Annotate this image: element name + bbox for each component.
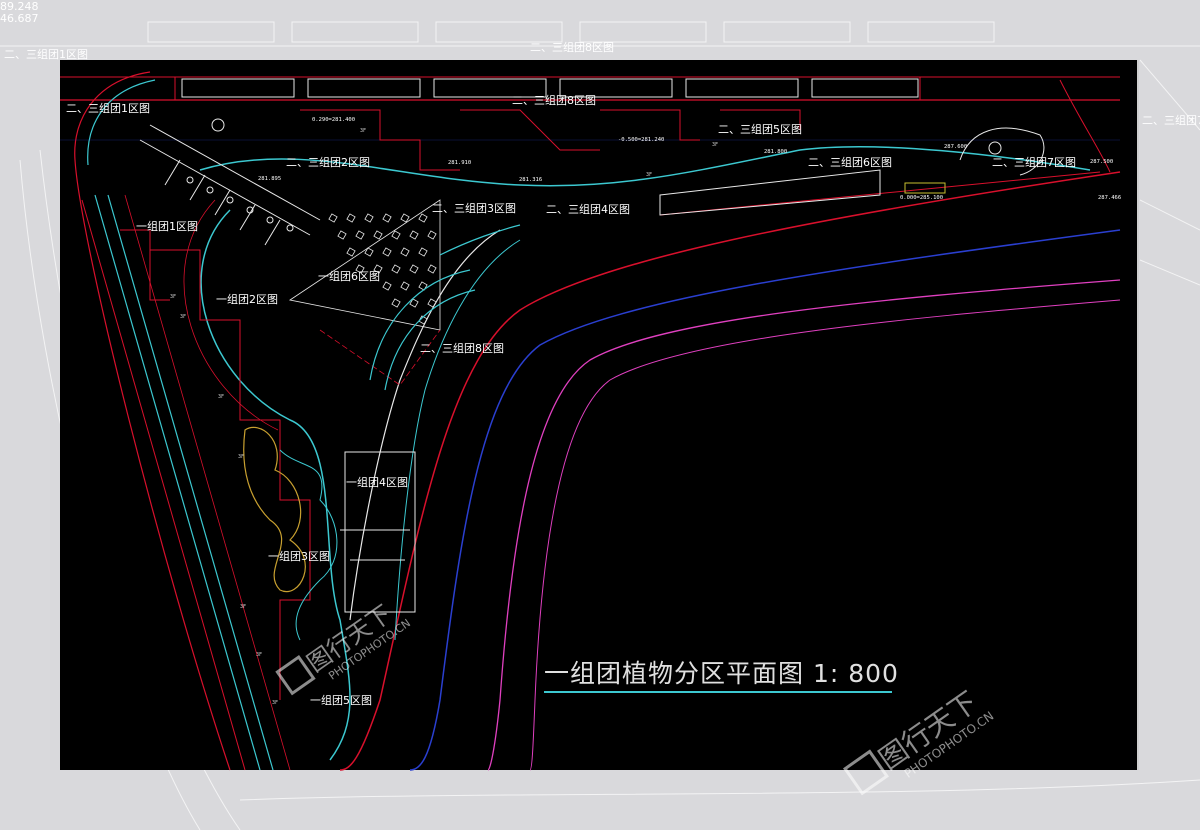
floor-marker: 3F: [240, 604, 246, 610]
bg-label-1: 二、三组团1区图: [4, 47, 88, 61]
elevation-note: 287.466: [1098, 195, 1121, 201]
floor-marker: 3F: [218, 394, 224, 400]
bg-label-2: 二、三组团8区图: [530, 40, 614, 54]
floor-marker: 3F: [170, 294, 176, 300]
plan-title: 一组团植物分区平面图 1: 800: [544, 659, 899, 688]
floor-marker: 3F: [360, 128, 366, 134]
zone-label: 二、三组团6区图: [808, 155, 892, 169]
elevation-note: 281.910: [448, 160, 471, 166]
elevation-note: 0.290=281.400: [312, 117, 355, 123]
drawing-viewport[interactable]: 二、三组团1区图 二、三组团8区图 二、三组团5区图 二、三组团2区图 二、三组…: [60, 60, 1139, 771]
floor-marker: 3F: [272, 700, 278, 706]
zone-label: 二、三组团2区图: [286, 155, 370, 169]
elevation-note: 287.600: [944, 144, 967, 150]
elevation-note: 287.500: [1090, 159, 1113, 165]
zone-label: 二、三组团5区图: [718, 122, 802, 136]
zone-label: 一组团3区图: [268, 549, 330, 563]
zone-label: 一组团2区图: [216, 292, 278, 306]
elevation-note: 0.000=285.100: [900, 195, 943, 201]
elevation-note: 281.800: [764, 149, 787, 155]
floor-marker: 3F: [256, 652, 262, 658]
elevation-note: -0.500=281.240: [618, 137, 664, 143]
bg-coord-2: 46.687: [0, 12, 39, 25]
zone-label: 一组团6区图: [318, 269, 380, 283]
floor-marker: 3F: [646, 172, 652, 178]
zone-label: 二、三组团3区图: [432, 201, 516, 215]
zone-label: 一组团4区图: [346, 475, 408, 489]
zone-label: 二、三组团7区图: [992, 155, 1076, 169]
elevation-note: 281.895: [258, 176, 281, 182]
zone-label: 二、三组团8区图: [512, 93, 596, 107]
bg-label-3: 二、三组团7区图: [1142, 113, 1200, 127]
cad-screenshot: 89.248 46.687 二、三组团1区图 二、三组团8区图 二、三组团7区图: [0, 0, 1200, 830]
zone-label: 一组团5区图: [310, 693, 372, 707]
zone-label: 一组团1区图: [136, 219, 198, 233]
zone-label: 二、三组团8区图: [420, 341, 504, 355]
floor-marker: 3F: [180, 314, 186, 320]
floor-marker: 3F: [238, 454, 244, 460]
zone-label: 二、三组团4区图: [546, 202, 630, 216]
zone-label: 二、三组团1区图: [66, 101, 150, 115]
floor-marker: 3F: [712, 142, 718, 148]
elevation-note: 281.316: [519, 177, 542, 183]
